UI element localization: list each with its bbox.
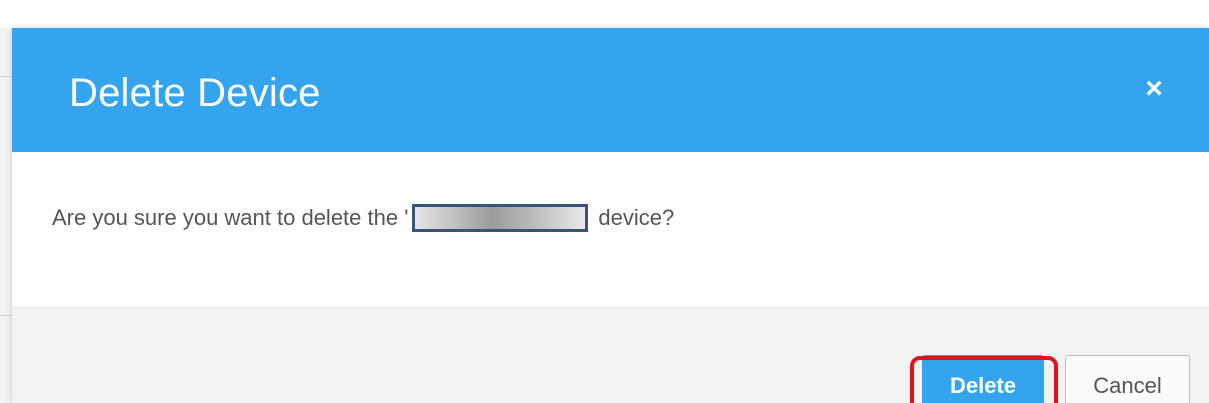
screen: Delete Device × Are you sure you want to…	[0, 0, 1209, 403]
close-icon[interactable]: ×	[1139, 74, 1169, 104]
dialog-title: Delete Device	[69, 71, 321, 115]
page-divider	[0, 76, 12, 77]
dialog-body: Are you sure you want to delete the ' de…	[12, 152, 1209, 307]
delete-button[interactable]: Delete	[922, 355, 1044, 403]
redacted-device-name	[412, 204, 589, 232]
confirmation-message: Are you sure you want to delete the ' de…	[52, 204, 674, 232]
cancel-button[interactable]: Cancel	[1065, 355, 1190, 403]
message-suffix: device?	[598, 205, 675, 230]
delete-device-dialog: Delete Device × Are you sure you want to…	[12, 28, 1209, 403]
page-divider	[0, 315, 12, 316]
dialog-header: Delete Device ×	[12, 28, 1209, 152]
message-prefix: Are you sure you want to delete the '	[52, 205, 409, 230]
dialog-footer: Delete Cancel	[12, 307, 1209, 403]
page-background-top	[0, 0, 1209, 28]
